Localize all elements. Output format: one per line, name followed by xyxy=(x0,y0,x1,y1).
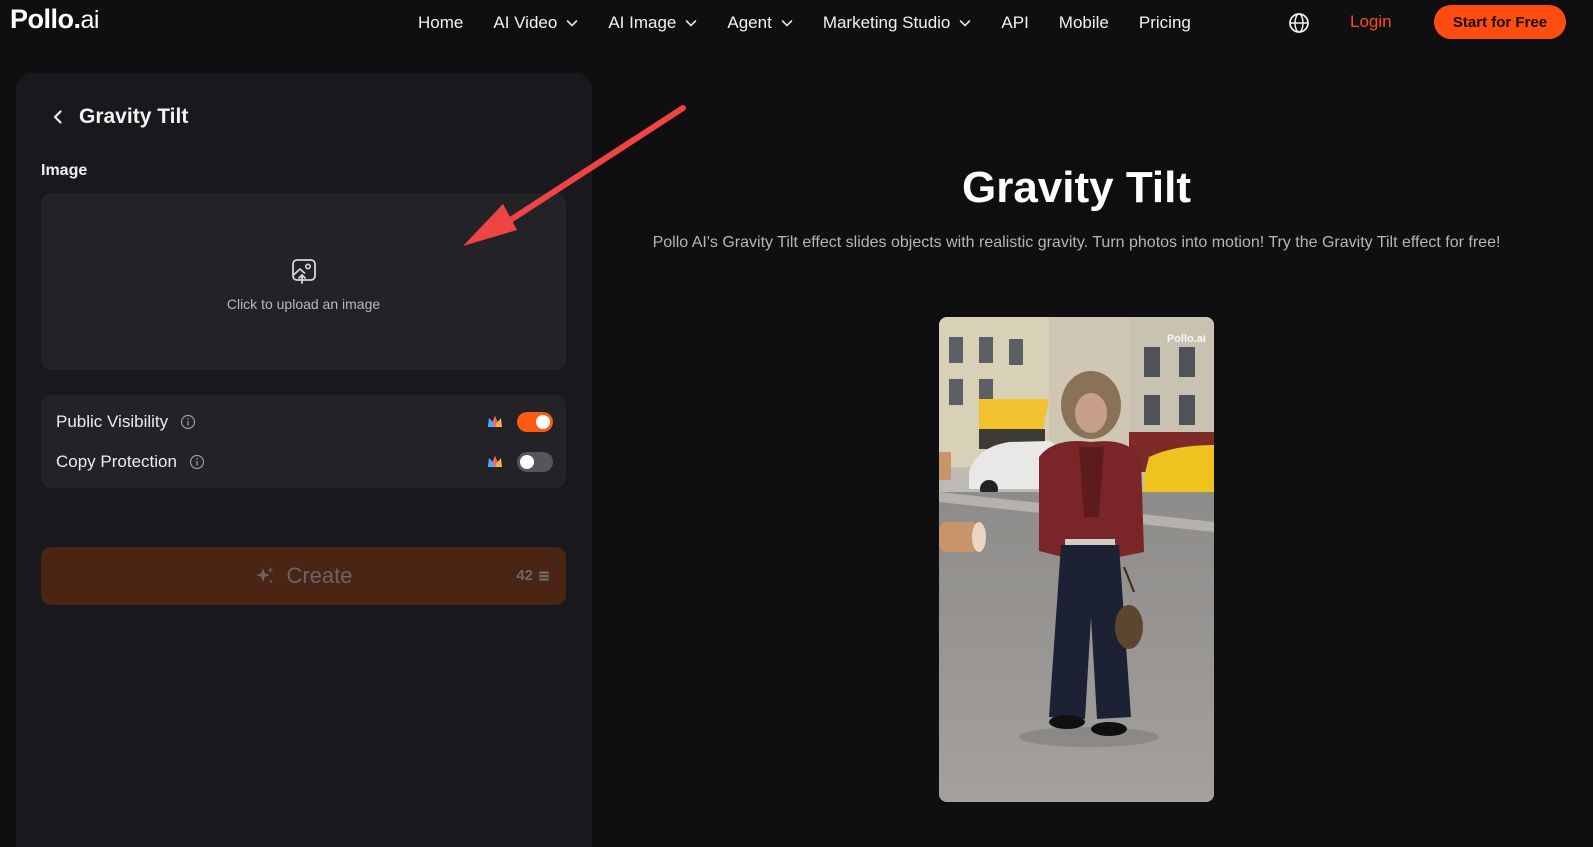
toggle-knob xyxy=(536,415,550,429)
public-visibility-label: Public Visibility xyxy=(56,412,169,431)
street-photo-illustration xyxy=(939,317,1214,802)
image-upload-icon xyxy=(291,258,316,284)
annotation-arrow xyxy=(463,105,686,246)
nav-mobile[interactable]: Mobile xyxy=(1059,13,1109,33)
back-arrow-icon[interactable] xyxy=(49,108,67,126)
toggle-knob xyxy=(520,455,534,469)
copy-protection-toggle[interactable] xyxy=(517,452,553,472)
info-icon[interactable] xyxy=(180,414,196,430)
nav-marketing-studio[interactable]: Marketing Studio xyxy=(823,13,972,33)
chevron-down-icon xyxy=(781,20,793,27)
crown-icon xyxy=(488,456,502,467)
nav-ai-video-label: AI Video xyxy=(493,13,558,32)
nav-ai-image[interactable]: AI Image xyxy=(608,13,697,33)
nav-marketing-studio-label: Marketing Studio xyxy=(822,13,951,32)
credit-cost: 42 xyxy=(516,567,550,584)
start-for-free-button[interactable]: Start for Free xyxy=(1434,5,1566,39)
panel-header: Gravity Tilt xyxy=(49,105,188,129)
chevron-down-icon xyxy=(686,20,697,27)
nav-ai-video[interactable]: AI Video xyxy=(493,13,578,33)
nav-mobile-label: Mobile xyxy=(1058,13,1109,32)
effect-description: Pollo AI's Gravity Tilt effect slides ob… xyxy=(652,234,1501,251)
credit-amount: 42 xyxy=(516,567,533,584)
login-link[interactable]: Login xyxy=(1350,12,1392,32)
upload-instruction: Click to upload an image xyxy=(226,295,381,312)
create-button[interactable]: Create 42 xyxy=(41,547,566,605)
public-visibility-row: Public Visibility xyxy=(56,410,553,434)
top-navigation-bar: Pollo. ai Home AI Video AI Image Agent Ma… xyxy=(0,0,1593,46)
info-icon[interactable] xyxy=(189,454,205,470)
effect-title: Gravity Tilt xyxy=(961,163,1192,212)
logo-main: Pollo xyxy=(10,4,74,34)
nav-ai-image-label: AI Image xyxy=(608,13,677,32)
nav-api-label: API xyxy=(1001,13,1029,32)
chevron-down-icon xyxy=(960,20,971,27)
nav-agent[interactable]: Agent xyxy=(727,13,793,33)
logo-suffix: ai xyxy=(80,6,100,34)
nav-agent-label: Agent xyxy=(727,13,772,32)
nav-pricing[interactable]: Pricing xyxy=(1139,13,1191,33)
copy-protection-row: Copy Protection xyxy=(56,450,553,474)
preview-watermark: Pollo.ai xyxy=(1166,333,1206,345)
credits-icon xyxy=(539,571,549,581)
crown-icon xyxy=(488,416,502,427)
globe-icon[interactable] xyxy=(1288,12,1310,34)
nav-home-label: Home xyxy=(418,13,464,32)
nav-api[interactable]: API xyxy=(1001,13,1028,33)
nav-pricing-label: Pricing xyxy=(1138,13,1191,32)
panel-title: Gravity Tilt xyxy=(79,105,189,128)
copy-protection-label: Copy Protection xyxy=(56,452,177,471)
public-visibility-toggle[interactable] xyxy=(517,412,553,432)
logo-dot: . xyxy=(73,4,82,34)
nav-home[interactable]: Home xyxy=(418,13,463,33)
effect-preview-image: Pollo.ai xyxy=(939,317,1214,802)
image-section-label: Image xyxy=(41,162,88,179)
create-button-content: Create xyxy=(254,563,353,589)
visibility-options: Public Visibility Copy Protection xyxy=(41,395,566,488)
chevron-down-icon xyxy=(567,20,578,27)
create-label: Create xyxy=(286,563,353,588)
sparkle-icon xyxy=(256,567,274,584)
pollo-logo[interactable]: Pollo. ai xyxy=(10,4,99,35)
main-nav: Home AI Video AI Image Agent Marketing S… xyxy=(418,0,1221,46)
